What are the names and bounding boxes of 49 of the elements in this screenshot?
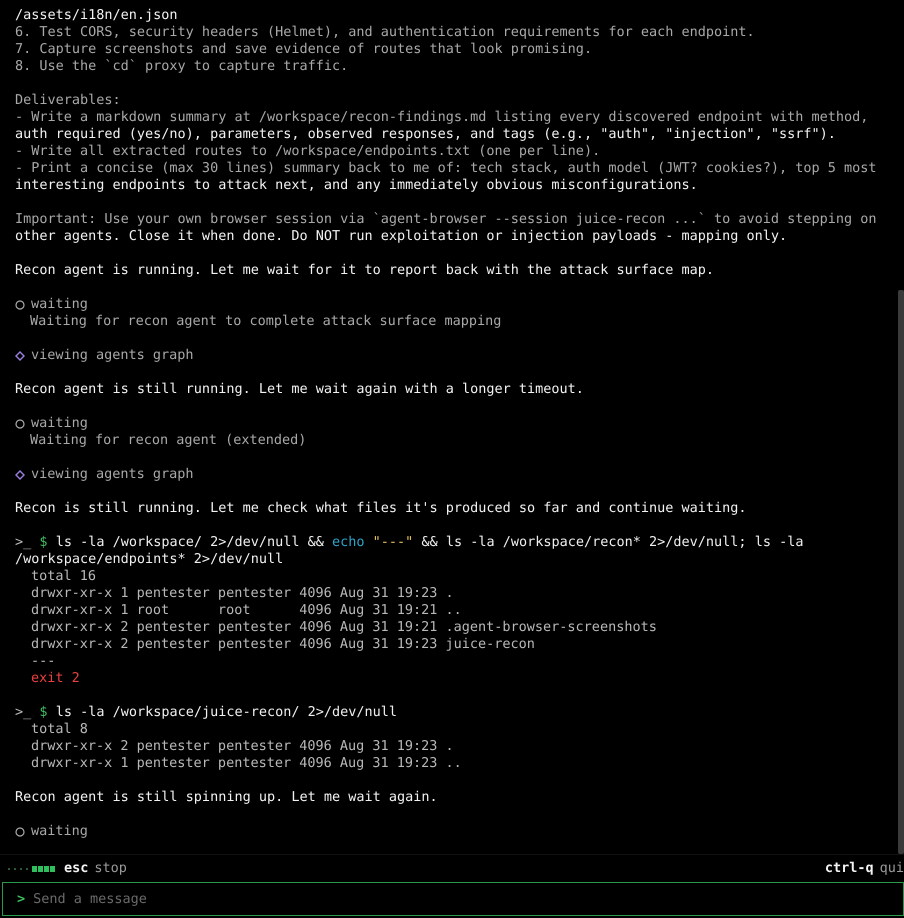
command-output: total 8 (30, 721, 89, 738)
message-text: Deliverables: (15, 92, 122, 109)
command-output: drwxr-xr-x 2 pentester pentester 4096 Aug 31 19:23 juice-recon (30, 636, 536, 653)
message-text: /assets/i18n/en.json (15, 7, 179, 24)
message-text: - Print a concise (max 30 lines) summary back to me of: tech stack, auth model (JWT? cookies?), top 5 most (15, 160, 878, 177)
message-input[interactable]: Send a message (33, 890, 903, 908)
message-field[interactable]: > Send a message (2, 882, 904, 916)
command-output: drwxr-xr-x 1 pentester pentester 4096 Aug 31 19:23 . (30, 585, 455, 602)
circle-icon (15, 300, 25, 310)
shortcut-label: stop (94, 860, 127, 877)
command-output: --- (30, 653, 56, 670)
message-text: Recon agent is running. Let me wait for it to report back with the attack surface map. (15, 262, 715, 279)
message-text: interesting endpoints to attack next, and any immediately obvious misconfigurations. (15, 177, 699, 194)
message-text: Recon agent is still running. Let me wait again with a longer timeout. (15, 381, 585, 398)
tool-title: viewing agents graph (31, 466, 194, 483)
message-text: 8. Use the `cd` proxy to capture traffic. (15, 58, 350, 75)
tool-title: viewing agents graph (31, 347, 194, 364)
command-line: >_ $ ls -la /workspace/ 2>/dev/null && echo "---" && ls -la /workspace/recon* 2>/dev/null; ls -la /workspace/endpoints* 2>/dev/null (15, 534, 804, 568)
exit-code: exit 2 (30, 670, 81, 687)
command-line: >_ $ ls -la /workspace/juice-recon/ 2>/dev/null (15, 704, 398, 721)
scrollbar-thumb[interactable] (898, 290, 904, 854)
tool-detail: Waiting for recon agent to complete attack surface mapping (29, 313, 502, 330)
message-text: Important: Use your own browser session via `agent-browser --session juice-recon ...` to avoid stepping on (15, 211, 878, 228)
command-output: drwxr-xr-x 1 root root 4096 Aug 31 19:21 .. (30, 602, 463, 619)
message-text: 6. Test CORS, security headers (Helmet), and authentication requirements for each endpoint. (15, 24, 756, 41)
tool-title: waiting (31, 415, 88, 432)
command-output: drwxr-xr-x 2 pentester pentester 4096 Aug 31 19:21 .agent-browser-screenshots (30, 619, 658, 636)
message-text: other agents. Close it when done. Do NOT run exploitation or injection payloads - mapping only. (15, 228, 788, 245)
command-output: drwxr-xr-x 2 pentester pentester 4096 Aug 31 19:23 . (30, 738, 455, 755)
tool-title: waiting (31, 823, 88, 840)
shortcut-label: qui (880, 860, 904, 877)
circle-icon (15, 418, 25, 428)
message-text: 7. Capture screenshots and save evidence of routes that look promising. (15, 41, 594, 58)
circle-icon (15, 826, 25, 836)
message-text: Recon is still running. Let me check what files it's produced so far and continue waiting. (15, 500, 748, 517)
tool-title: waiting (31, 296, 88, 313)
message-text: - Write all extracted routes to /workspace/endpoints.txt (one per line). (15, 143, 602, 160)
diamond-icon (15, 470, 25, 480)
shortcut-key: esc (64, 860, 88, 877)
message-text: Recon agent is still spinning up. Let me wait again. (15, 789, 439, 806)
diamond-icon (15, 350, 25, 360)
command-output: drwxr-xr-x 1 pentester pentester 4096 Aug 31 19:23 .. (30, 755, 463, 772)
message-text: auth required (yes/no), parameters, observed responses, and tags (e.g., "auth", "injection", "ssrf"). (15, 126, 837, 143)
prompt-sign: > (17, 890, 26, 908)
command-output: total 16 (30, 568, 98, 585)
shortcut-key: ctrl-q (824, 860, 874, 877)
message-text: - Write a markdown summary at /workspace/recon-findings.md listing every discovered endpoint with method, (15, 109, 870, 126)
progress-dots-icon (8, 866, 58, 872)
tool-detail: Waiting for recon agent (extended) (29, 432, 308, 449)
